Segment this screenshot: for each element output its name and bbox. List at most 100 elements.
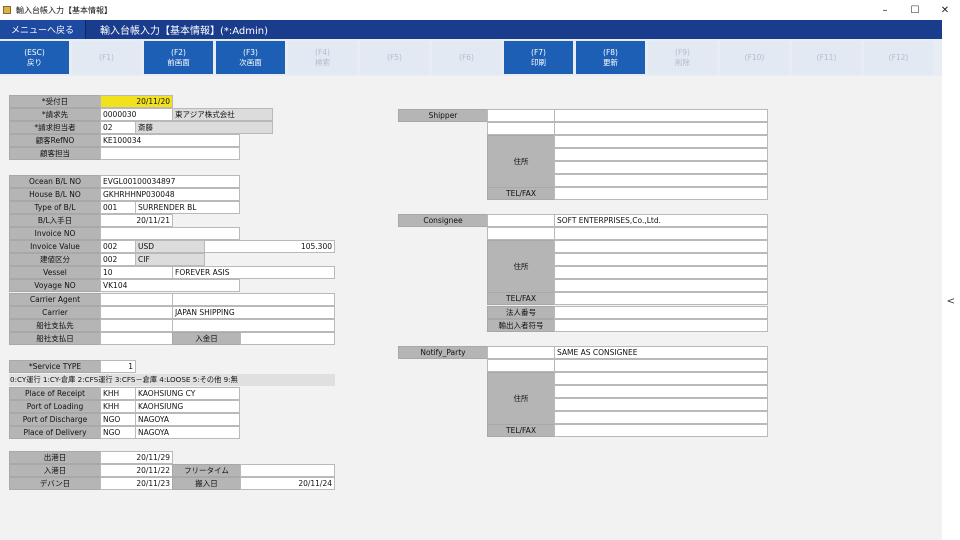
- house-bl-field[interactable]: GKHRHHNP030048: [100, 188, 240, 201]
- freetime-field[interactable]: [240, 464, 335, 477]
- shipper-code-field[interactable]: [487, 109, 555, 122]
- consignee-address-line3[interactable]: [554, 266, 768, 279]
- consignee-sub-code-field[interactable]: [487, 227, 555, 240]
- fkey-f6-button[interactable]: (F6): [432, 41, 501, 74]
- incoterm-code-field[interactable]: 002: [100, 253, 136, 266]
- notify-code-field[interactable]: [487, 346, 555, 359]
- chevron-left-icon[interactable]: <: [947, 296, 955, 307]
- fkey-esc-button[interactable]: (ESC) 戻り: [0, 41, 69, 74]
- fkey-label: 戻り: [27, 57, 42, 67]
- por-code-field[interactable]: KHH: [100, 387, 136, 400]
- carrier-agent-code-field[interactable]: [100, 293, 173, 306]
- invoice-person-code-field[interactable]: 02: [100, 121, 136, 134]
- deposit-date-field[interactable]: [240, 332, 335, 345]
- devan-field[interactable]: 20/11/23: [100, 477, 173, 490]
- arrival-label: 入港日: [9, 464, 101, 477]
- close-button[interactable]: ✕: [930, 0, 960, 20]
- bonded-in-label: 搬入日: [172, 477, 241, 490]
- arrival-field[interactable]: 20/11/22: [100, 464, 173, 477]
- bill-to-code-field[interactable]: 0000030: [100, 108, 173, 121]
- back-to-menu-button[interactable]: メニューへ戻る: [0, 20, 86, 39]
- fkey-f12-button[interactable]: (F12): [864, 41, 933, 74]
- notify-name-field[interactable]: SAME AS CONSIGNEE: [554, 346, 768, 359]
- fkey-f5-button[interactable]: (F5): [360, 41, 429, 74]
- fkey-key: (F1): [99, 52, 114, 62]
- fkey-f3-button[interactable]: (F3) 次画面: [216, 41, 285, 74]
- pdl-code-field[interactable]: NGO: [100, 426, 136, 439]
- bonded-in-field[interactable]: 20/11/24: [240, 477, 335, 490]
- carrier-code-field[interactable]: [100, 306, 173, 319]
- fkey-f8-button[interactable]: (F8) 更新: [576, 41, 645, 74]
- shipper-sub-code-field[interactable]: [487, 122, 555, 135]
- shipper-address-line1[interactable]: [554, 135, 768, 148]
- notify-telfax-field[interactable]: [554, 424, 768, 437]
- bl-type-code-field[interactable]: 001: [100, 201, 136, 214]
- pol-code-field[interactable]: KHH: [100, 400, 136, 413]
- customer-ref-field[interactable]: KE100034: [100, 134, 240, 147]
- shipco-payee-name-field: [172, 319, 335, 332]
- notify-address-line2[interactable]: [554, 385, 768, 398]
- freetime-label: フリータイム: [172, 464, 241, 477]
- fkey-key: (F9): [675, 47, 690, 57]
- bl-received-field[interactable]: 20/11/21: [100, 214, 173, 227]
- ocean-bl-field[interactable]: EVGL00100034897: [100, 175, 240, 188]
- consignee-code-field[interactable]: [487, 214, 555, 227]
- bill-to-label: *請求先: [9, 108, 101, 121]
- consignee-address-line2[interactable]: [554, 253, 768, 266]
- invoice-value-field[interactable]: 105.300: [204, 240, 335, 253]
- consignee-label: Consignee: [398, 214, 488, 227]
- shipper-label: Shipper: [398, 109, 488, 122]
- consignee-name-line2-field[interactable]: [554, 227, 768, 240]
- receipt-date-field[interactable]: 20/11/20: [100, 95, 173, 108]
- pod-name-field: NAGOYA: [135, 413, 240, 426]
- departure-field[interactable]: 20/11/29: [100, 451, 173, 464]
- corp-no-field[interactable]: [554, 306, 768, 319]
- pod-code-field[interactable]: NGO: [100, 413, 136, 426]
- notify-name-line2-field[interactable]: [554, 359, 768, 372]
- invoice-no-field[interactable]: [100, 227, 240, 240]
- shipco-paydate-field[interactable]: [100, 332, 173, 345]
- maximize-button[interactable]: ☐: [900, 0, 930, 20]
- fkey-f11-button[interactable]: (F11): [792, 41, 861, 74]
- consignee-address-line4[interactable]: [554, 279, 768, 292]
- shipper-address-line3[interactable]: [554, 161, 768, 174]
- customer-person-field[interactable]: [100, 147, 240, 160]
- carrier-name-field: JAPAN SHIPPING: [172, 306, 335, 319]
- consignee-address-line1[interactable]: [554, 240, 768, 253]
- invoice-currency-code-field[interactable]: 002: [100, 240, 136, 253]
- shipper-name-line2-field[interactable]: [554, 122, 768, 135]
- customer-ref-label: 顧客RefNO: [9, 134, 101, 147]
- minimize-button[interactable]: –: [870, 0, 900, 20]
- fkey-key: (F10): [744, 52, 765, 62]
- consignee-name-field[interactable]: SOFT ENTERPRISES,Co.,Ltd.: [554, 214, 768, 227]
- shipper-telfax-field[interactable]: [554, 187, 768, 200]
- fkey-f4-button[interactable]: (F4) 検索: [288, 41, 357, 74]
- vessel-label: Vessel: [9, 266, 101, 279]
- fkey-f9-button[interactable]: (F9) 削除: [648, 41, 717, 74]
- shipper-address-line2[interactable]: [554, 148, 768, 161]
- consignee-telfax-field[interactable]: [554, 292, 768, 305]
- shipco-payee-code-field[interactable]: [100, 319, 173, 332]
- fkey-key: (F5): [387, 52, 402, 62]
- deposit-date-label: 入金日: [172, 332, 241, 345]
- fkey-f2-button[interactable]: (F2) 前画面: [144, 41, 213, 74]
- fkey-f7-button[interactable]: (F7) 印刷: [504, 41, 573, 74]
- shipper-name-field[interactable]: [554, 109, 768, 122]
- scrollbar[interactable]: <: [942, 20, 960, 540]
- vessel-code-field[interactable]: 10: [100, 266, 173, 279]
- notify-address-line3[interactable]: [554, 398, 768, 411]
- service-type-legend: 0:CY運行 1:CY-倉庫 2:CFS運行 3:CFS－倉庫 4:LOOSE …: [9, 374, 335, 386]
- voyage-field[interactable]: VK104: [100, 279, 240, 292]
- notify-sub-code-field[interactable]: [487, 359, 555, 372]
- shipper-address-line4[interactable]: [554, 174, 768, 187]
- importer-code-field[interactable]: [554, 319, 768, 332]
- notify-address-line4[interactable]: [554, 411, 768, 424]
- voyage-label: Voyage NO: [9, 279, 101, 292]
- notify-address-line1[interactable]: [554, 372, 768, 385]
- shipper-telfax-label: TEL/FAX: [487, 187, 555, 200]
- carrier-agent-label: Carrier Agent: [9, 293, 101, 306]
- service-type-field[interactable]: 1: [100, 360, 136, 373]
- window-title: 輸入台帳入力【基本情報】: [16, 5, 112, 15]
- fkey-f10-button[interactable]: (F10): [720, 41, 789, 74]
- fkey-f1-button[interactable]: (F1): [72, 41, 141, 74]
